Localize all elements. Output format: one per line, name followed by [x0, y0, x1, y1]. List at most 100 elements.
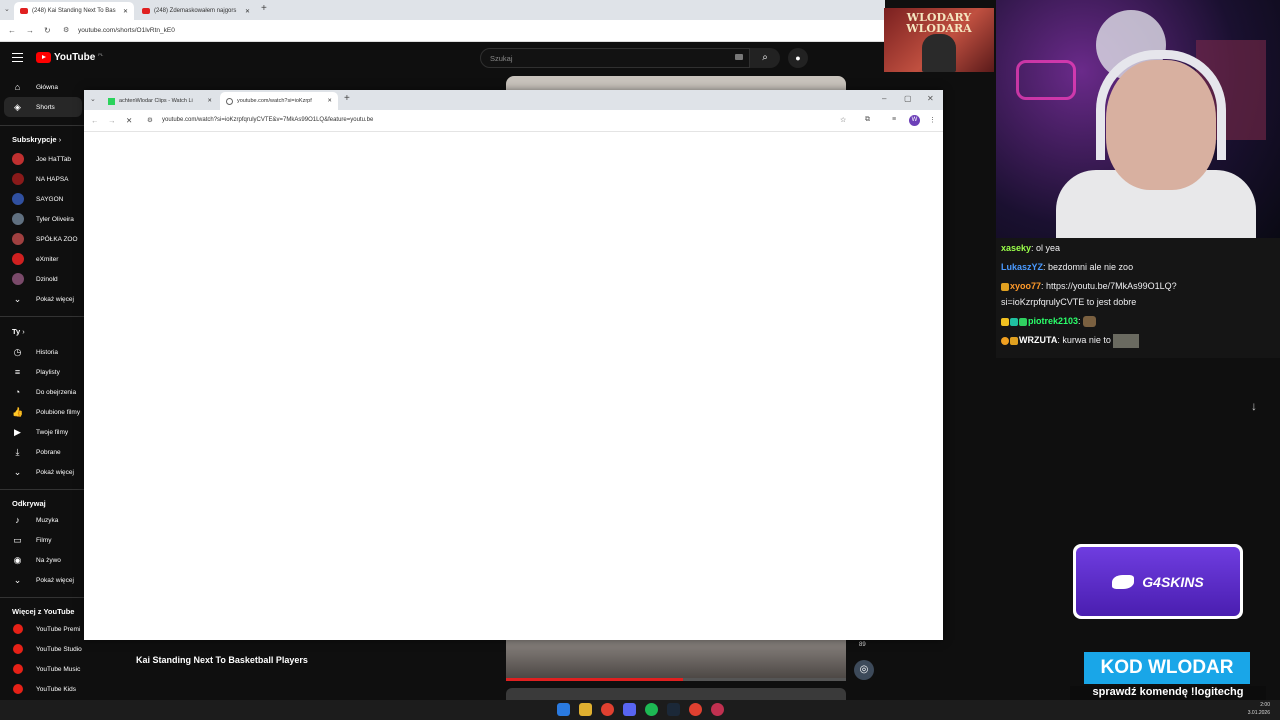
spotify-icon[interactable]: [645, 703, 658, 716]
close-icon[interactable]: ✕: [123, 8, 128, 15]
profile-avatar[interactable]: W: [909, 115, 920, 126]
popup-tab[interactable]: achtenWlodar Clips - Watch Li ✕: [102, 92, 218, 110]
sidebar-item-history[interactable]: ◷ Historia: [0, 342, 84, 362]
search-input[interactable]: Szukaj: [480, 48, 750, 68]
discord-icon[interactable]: [623, 703, 636, 716]
media-controls-icon[interactable]: ≡: [892, 116, 896, 123]
bookmark-star-icon[interactable]: ☆: [840, 116, 846, 124]
close-icon[interactable]: ✕: [207, 98, 212, 104]
sidebar-item-live[interactable]: ◉ Na żywo: [0, 550, 84, 570]
chat-text: : kurwa nie to: [1057, 335, 1111, 345]
sidebar-item-label: Muzyka: [36, 516, 59, 524]
file-explorer-icon[interactable]: [579, 703, 592, 716]
start-windows-icon[interactable]: [557, 703, 570, 716]
sidebar-item-channel[interactable]: NA HAPSA: [0, 169, 84, 189]
sidebar-item-downloads[interactable]: ⤓ Pobrane: [0, 442, 84, 462]
chat-username[interactable]: xyoo77: [1010, 281, 1041, 291]
back-icon[interactable]: ←: [91, 116, 99, 125]
sidebar-item-label: SPÓŁKA ZOO: [36, 235, 78, 243]
outer-tab-active[interactable]: (248) Kai Standing Next To Bas ✕: [14, 2, 134, 20]
chat-text: : bezdomni ale nie zoo: [1043, 262, 1134, 272]
chrome-icon[interactable]: [601, 703, 614, 716]
channel-banner: WLODARY WLODARA: [884, 8, 994, 72]
close-icon[interactable]: ✕: [245, 8, 250, 15]
popup-page-content: [84, 132, 943, 640]
reload-icon[interactable]: ↻: [44, 26, 51, 35]
sidebar-item-movies[interactable]: ▭ Filmy: [0, 530, 84, 550]
chat-username[interactable]: piotrek2103: [1028, 316, 1078, 326]
sidebar-item-channel[interactable]: eXmiter: [0, 249, 84, 269]
system-clock[interactable]: 2:00 3.01.2026: [1240, 701, 1270, 717]
sidebar-item-liked[interactable]: 👍 Polubione filmy: [0, 402, 84, 422]
show-more-you[interactable]: ⌄ Pokaż więcej: [0, 462, 84, 482]
shorts-video-bottom[interactable]: [506, 640, 846, 680]
youtube-kids-icon: [13, 684, 23, 694]
obs-icon[interactable]: [711, 703, 724, 716]
forward-icon[interactable]: →: [108, 116, 116, 125]
divider: [0, 125, 84, 126]
shorts-progress-bar[interactable]: [506, 678, 846, 681]
sidebar-item-label: Filmy: [36, 536, 52, 544]
sidebar-item-label: Joe HaTTab: [36, 155, 72, 163]
popup-tab-active[interactable]: youtube.com/watch?si=ioKzrpf ✕: [220, 92, 338, 110]
search-button[interactable]: ⌕: [750, 48, 780, 68]
sidebar-item-music[interactable]: ♪ Muzyka: [0, 510, 84, 530]
chat-text: :: [1078, 316, 1081, 326]
playlist-icon: ≡: [14, 366, 21, 377]
stop-loading-icon[interactable]: ✕: [126, 116, 132, 125]
browser-menu-icon[interactable]: ⋮: [929, 116, 936, 124]
site-info-icon[interactable]: ⚙: [63, 26, 69, 34]
sidebar-item-playlists[interactable]: ≡ Playlisty: [0, 362, 84, 382]
sidebar-item-music-app[interactable]: YouTube Music: [0, 659, 84, 679]
chat-username[interactable]: xaseky: [1001, 243, 1031, 253]
you-header[interactable]: Ty ›: [12, 327, 25, 336]
sidebar-item-watch-later[interactable]: ◔ Do obejrzenia: [0, 382, 84, 402]
sidebar-item-shorts[interactable]: ◈ Shorts: [4, 97, 82, 117]
close-icon[interactable]: ✕: [327, 98, 332, 104]
outer-address-bar: ← → ↻ ⚙ youtube.com/shorts/O1lvRtn_kE0: [0, 20, 885, 42]
window-close-icon[interactable]: ✕: [927, 94, 934, 103]
show-more-explore[interactable]: ⌄ Pokaż więcej: [0, 570, 84, 590]
next-short-preview[interactable]: [506, 688, 846, 700]
forward-icon[interactable]: →: [26, 26, 34, 35]
maximize-icon[interactable]: ▢: [904, 94, 912, 103]
chrome-icon[interactable]: [689, 703, 702, 716]
sidebar-item-channel[interactable]: SAYGON: [0, 189, 84, 209]
sidebar-item-kids[interactable]: YouTube Kids: [0, 679, 84, 699]
show-more-subscriptions[interactable]: ⌄ Pokaż więcej: [0, 289, 84, 309]
minimize-icon[interactable]: –: [882, 94, 886, 103]
new-tab-button[interactable]: +: [261, 3, 267, 14]
chat-username[interactable]: LukaszYZ: [1001, 262, 1043, 272]
tab-search-icon[interactable]: ⌄: [90, 95, 96, 103]
menu-icon[interactable]: [12, 53, 23, 62]
popup-url-field[interactable]: youtube.com/watch?si=ioKzrpfqrulyCVTE&v=…: [162, 117, 373, 123]
extensions-icon[interactable]: ⧉: [865, 116, 870, 124]
chat-username[interactable]: WRZUTA: [1019, 335, 1057, 345]
remix-button[interactable]: ◎: [854, 660, 874, 680]
sidebar-item-channel[interactable]: Joe HaTTab: [0, 149, 84, 169]
arrow-down-icon[interactable]: ↓: [1244, 396, 1264, 416]
back-icon[interactable]: ←: [8, 26, 16, 35]
sidebar-item-home[interactable]: ⌂ Główna: [0, 77, 84, 97]
youtube-logo[interactable]: YouTube PL: [36, 52, 103, 63]
sidebar-item-studio[interactable]: YouTube Studio: [0, 639, 84, 659]
chat-message: xyoo77: https://youtu.be/7MkAs99O1LQ?: [1001, 279, 1277, 294]
sidebar-item-your-videos[interactable]: ▶ Twoje filmy: [0, 422, 84, 442]
outer-tab[interactable]: (248) Zdemaskowałem najgors ✕: [136, 2, 256, 20]
sidebar-item-channel[interactable]: Tyler Oliveira: [0, 209, 84, 229]
sidebar-item-label: Twoje filmy: [36, 428, 69, 436]
voice-search-button[interactable]: ●: [788, 48, 808, 68]
subscriptions-header[interactable]: Subskrypcje ›: [12, 135, 61, 144]
sidebar-item-label: eXmiter: [36, 255, 59, 263]
new-tab-button[interactable]: +: [344, 93, 350, 104]
sidebar-item-channel[interactable]: SPÓŁKA ZOO: [0, 229, 84, 249]
site-info-icon[interactable]: ⚙: [147, 116, 153, 124]
short-title[interactable]: Kai Standing Next To Basketball Players: [136, 655, 308, 665]
outer-url-field[interactable]: youtube.com/shorts/O1lvRtn_kE0: [78, 27, 175, 34]
sidebar-item-premium[interactable]: YouTube Premi: [0, 619, 84, 639]
sidebar-item-channel[interactable]: Dzinold: [0, 269, 84, 289]
steam-icon[interactable]: [667, 703, 680, 716]
sidebar-item-label: Na żywo: [36, 556, 61, 564]
tab-search-icon[interactable]: ⌄: [4, 5, 10, 13]
keyboard-icon[interactable]: [735, 54, 743, 60]
